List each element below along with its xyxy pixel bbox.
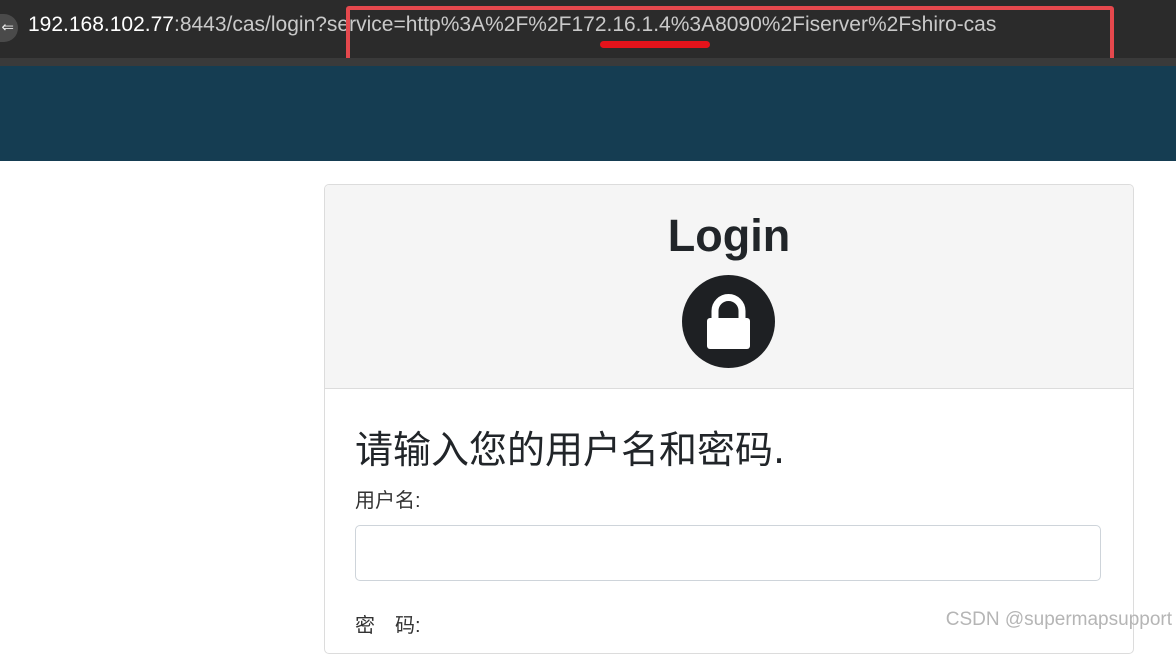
- username-label: 用户名:: [355, 490, 421, 512]
- login-card: Login 请输入您的用户名和密码. 用户名: 密 码:: [324, 184, 1134, 654]
- login-title: Login: [667, 210, 791, 261]
- page-info-icon[interactable]: ⇐: [0, 14, 18, 42]
- annotation-highlight-box: [346, 6, 1114, 64]
- toolbar-divider: [0, 58, 1176, 66]
- login-card-header: Login: [325, 185, 1133, 389]
- username-input[interactable]: [355, 525, 1101, 581]
- watermark: CSDN @supermapsupport: [945, 609, 1172, 630]
- url-host: 192.168.102.77: [28, 13, 174, 36]
- annotation-underline: [600, 41, 710, 48]
- cas-header-band: [0, 66, 1176, 161]
- browser-address-bar: ⇐ 192.168.102.77:8443/cas/login?service=…: [0, 0, 1176, 64]
- login-card-body: 请输入您的用户名和密码. 用户名: 密 码:: [325, 389, 1133, 638]
- lock-icon: [682, 275, 775, 368]
- login-prompt: 请输入您的用户名和密码.: [355, 428, 786, 472]
